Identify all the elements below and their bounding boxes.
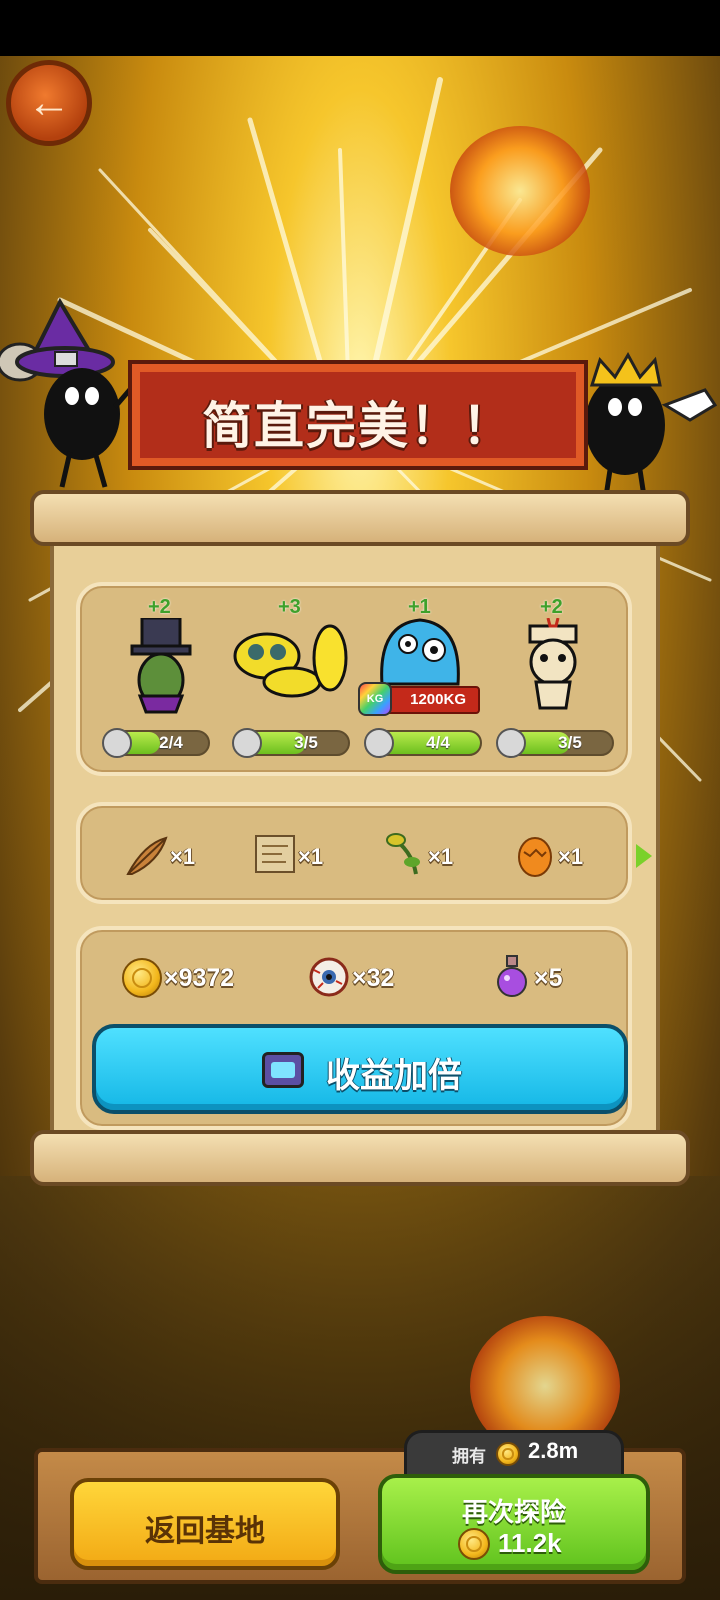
owned-gold-value: 2.8m: [528, 1438, 579, 1463]
resource-qty: ×9372: [164, 964, 235, 992]
banner-title: 简直完美！！: [202, 398, 514, 454]
return-base-label: 返回基地: [145, 1515, 265, 1548]
level-bonus: +2: [148, 596, 171, 618]
map-scroll-icon[interactable]: [252, 832, 298, 876]
fire-effect: [450, 126, 590, 256]
king-creature-icon: [585, 351, 718, 504]
progress-text: 2/4: [159, 733, 183, 752]
monster-progress-bar: 2/4: [110, 730, 210, 756]
monster-progress-bar: 4/4: [372, 730, 482, 756]
explore-again-button[interactable]: 再次探险 11.2k: [378, 1474, 650, 1574]
next-arrow-icon[interactable]: [636, 844, 652, 868]
explore-again-label: 再次探险: [461, 1497, 566, 1527]
level-bonus: +3: [278, 596, 301, 618]
gold-coin-icon: [458, 1528, 490, 1560]
top-hat-monster-icon: [130, 618, 192, 714]
return-base-button[interactable]: 返回基地: [70, 1478, 340, 1570]
gold-coin-icon: [122, 958, 162, 998]
monster-progress-bar: 3/5: [504, 730, 614, 756]
blue-blob-monster-icon: [380, 618, 460, 686]
status-bar: [0, 0, 720, 56]
scroll-rod-bottom: [30, 1130, 690, 1186]
owned-label: 拥有: [452, 1447, 486, 1466]
video-ad-icon: [262, 1052, 304, 1088]
progress-text: 3/5: [294, 733, 318, 752]
explore-cost: 11.2k: [498, 1528, 562, 1558]
resource-qty: ×5: [534, 964, 563, 992]
back-button[interactable]: ←: [6, 60, 92, 146]
item-qty: ×1: [298, 844, 324, 869]
weight-bag-icon: KG: [358, 682, 392, 716]
gold-coin-icon: [496, 1442, 520, 1466]
double-reward-label: 收益加倍: [326, 1057, 462, 1095]
feather-icon[interactable]: [124, 834, 170, 878]
herb-icon[interactable]: [382, 830, 426, 878]
back-arrow-icon: ←: [27, 78, 71, 127]
scroll-rod-top: [30, 490, 690, 546]
item-qty: ×1: [170, 844, 196, 869]
item-qty: ×1: [558, 844, 584, 869]
egg-icon[interactable]: [516, 834, 554, 878]
progress-text: 4/4: [426, 733, 450, 752]
lizard-monster-icon: [233, 624, 348, 698]
level-bonus: +2: [540, 596, 563, 618]
potion-icon: [497, 955, 527, 997]
tribal-mask-monster-icon: [528, 618, 578, 710]
double-reward-button[interactable]: 收益加倍: [92, 1024, 628, 1114]
monster-progress-bar: 3/5: [240, 730, 350, 756]
item-qty: ×1: [428, 844, 454, 869]
result-banner: 简直完美！！: [128, 360, 588, 470]
progress-text: 3/5: [558, 733, 582, 752]
eyeball-icon: [309, 957, 349, 997]
resource-qty: ×32: [352, 964, 395, 992]
